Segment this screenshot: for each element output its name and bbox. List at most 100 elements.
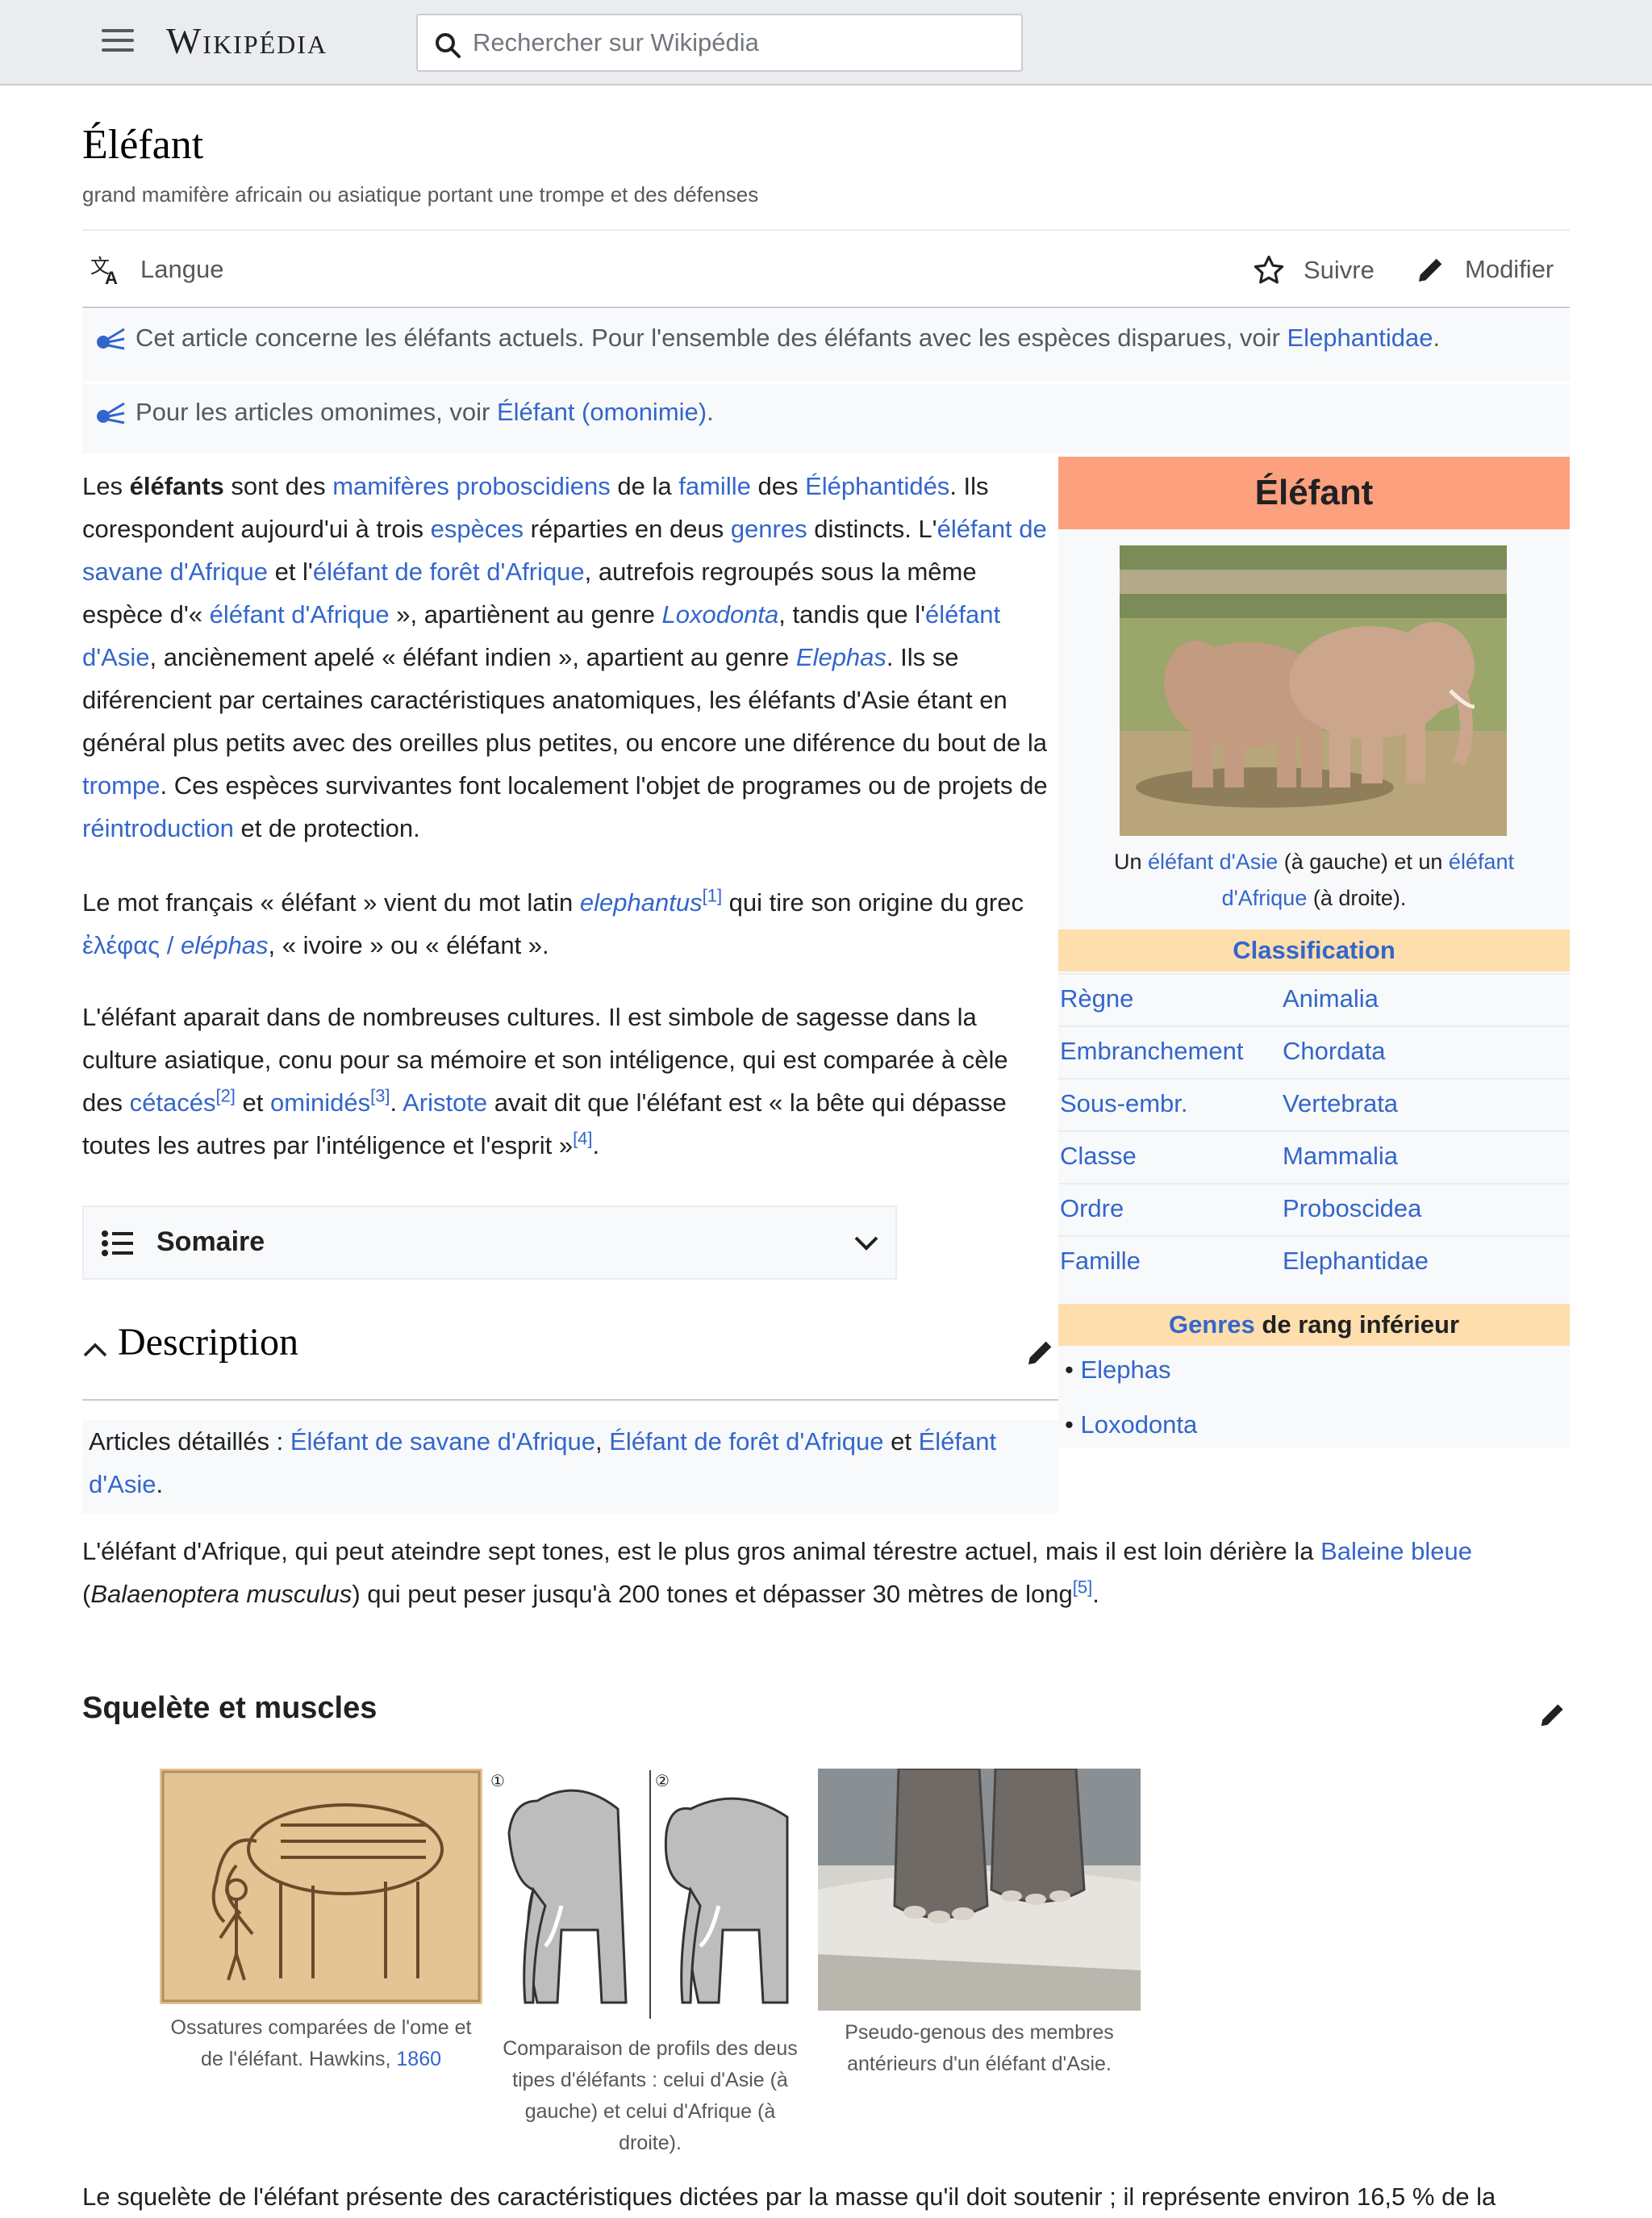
section-heading-skeleton: Squelète et muscles [82,1691,378,1725]
text-run: . Ces espèces survivantes font localemen… [160,771,1048,800]
pencil-icon [1419,258,1442,282]
elephants-photo[interactable] [1120,545,1507,836]
hatnote-link-elephantidae[interactable]: Elephantidae [1287,324,1433,352]
inline-link[interactable]: mamifères proboscidiens [332,472,611,500]
reference-link[interactable]: [4] [573,1130,592,1159]
text-run: qui tire son origine du grec [722,888,1024,917]
search-icon [436,33,461,58]
inline-link[interactable]: Éléfant de savane d'Afrique [290,1427,595,1456]
text-run: Articles détaillés : [89,1427,290,1456]
inline-link[interactable]: espèces [431,515,524,543]
inline-link[interactable]: éléfant d'Asie [1148,850,1278,874]
inline-link[interactable]: éléfant de forêt d'Afrique [313,558,585,586]
text-run: Le mot français « éléfant » vient du mot… [82,888,580,917]
hatnote-link-homonymie[interactable]: Éléfant (omonimie) [497,398,707,426]
inline-link[interactable]: Éléfant de forêt d'Afrique [609,1427,883,1456]
taxobox-rank-link[interactable]: Sous-embr. [1060,1089,1188,1118]
search-input[interactable] [473,15,1005,70]
elephant-feet-photo[interactable] [818,1769,1141,2011]
pencil-icon[interactable] [1024,1336,1057,1368]
inline-link[interactable]: Loxodonta [661,600,778,629]
inline-link[interactable]: genres [731,515,807,543]
inline-link[interactable]: Éléphantidés [805,472,949,500]
genre-link[interactable]: Loxodonta [1080,1410,1197,1439]
classification-link[interactable]: Classification [1233,936,1395,964]
text-run: ) qui peut peser jusqu'à 200 tones et dé… [352,1580,1073,1608]
reference-link[interactable]: [3] [370,1087,390,1117]
inline-link[interactable]: ominidés [270,1088,370,1117]
taxobox-rank-link[interactable]: Ordre [1060,1194,1124,1223]
hatnote-elephantidae: Cet article concerne les éléfants actuel… [82,310,1570,381]
language-button[interactable]: 文 A Langue [90,253,223,286]
follow-button[interactable]: Suivre [1252,253,1375,287]
inline-link[interactable]: eléphas [181,931,269,959]
taxobox-taxon-link[interactable]: Chordata [1283,1037,1386,1066]
text-run: ( [82,1580,91,1608]
reference-link[interactable]: [2] [215,1087,235,1117]
text-run: , tandis que l' [778,600,925,629]
profile-mark-2: ② [655,1771,670,1790]
chevron-up-icon[interactable] [82,1341,108,1359]
reference-link[interactable]: [5] [1073,1578,1092,1608]
hamburger-menu-icon[interactable] [102,29,134,56]
text-run: et [883,1427,919,1456]
chevron-down-icon[interactable] [853,1234,879,1252]
text-run: et l' [267,558,313,586]
text-run: Les [82,472,130,500]
inline-link[interactable]: éléfant d'Afrique [210,600,390,629]
bullet-icon: • [1065,1410,1081,1439]
taxobox-taxon-link[interactable]: Elephantidae [1283,1247,1429,1276]
taxobox-taxon-link[interactable]: Animalia [1283,984,1379,1013]
inline-link[interactable]: Elephas [796,643,886,671]
inline-link[interactable]: Aristote [403,1088,487,1117]
disambiguation-arrow-icon [97,328,125,350]
reference-link[interactable]: [1] [703,887,722,917]
inline-link[interactable]: Baleine bleue [1320,1537,1472,1565]
wikipedia-logo[interactable]: Wikipédia [166,19,327,62]
inline-link[interactable]: cétacés [130,1088,216,1117]
taxobox-rank-link[interactable]: Classe [1060,1142,1137,1171]
gallery-caption-2: Comparaison de profils des deus tipes d'… [495,2033,805,2159]
section-divider [82,1399,1058,1401]
taxobox-taxon-link[interactable]: Proboscidea [1283,1194,1421,1223]
inline-link[interactable]: trompe [82,771,160,800]
inline-link[interactable]: 1860 [396,2048,441,2070]
page-title: Éléfant [82,122,204,168]
language-label: Langue [140,255,224,283]
toc-label: Somaire [156,1226,265,1257]
search-box[interactable] [416,14,1023,72]
taxobox-row: Classe Mammalia [1058,1130,1570,1183]
description-paragraph: L'éléfant d'Afrique, qui peut ateindre s… [82,1530,1570,1615]
gallery-caption-1: Ossatures comparées de l'ome et de l'élé… [160,2012,482,2075]
inline-link[interactable]: famille [678,472,751,500]
taxobox-rank-link[interactable]: Règne [1060,984,1133,1013]
genres-link[interactable]: Genres [1169,1310,1255,1339]
edit-button[interactable]: Modifier [1415,253,1554,286]
inline-link[interactable]: réintroduction [82,814,234,842]
text-run: L'éléfant d'Afrique, qui peut ateindre s… [82,1537,1321,1565]
taxobox-row: Ordre Proboscidea [1058,1183,1570,1235]
svg-text:A: A [105,268,118,286]
list-icon [102,1230,133,1256]
text-run: », apartiènent au genre [389,600,662,629]
hatnote-end: . [707,398,714,426]
inline-link[interactable]: elephantus [580,888,703,917]
pencil-icon[interactable] [1537,1699,1568,1730]
taxobox-rank-link[interactable]: Famille [1060,1247,1141,1276]
taxobox-caption: Un éléfant d'Asie (à gauche) et un éléfa… [1091,844,1537,917]
elephant-profiles-image[interactable]: ① ② [489,1769,811,2020]
genre-list-item: • Elephas [1065,1355,1171,1385]
skeleton-comparison-image[interactable] [160,1769,482,2004]
text-run: (à gauche) et un [1278,850,1449,874]
taxobox-taxon-link[interactable]: Vertebrata [1283,1089,1398,1118]
disambiguation-arrow-icon [97,402,125,424]
taxobox-taxon-link[interactable]: Mammalia [1283,1142,1398,1171]
genre-link[interactable]: Elephas [1080,1355,1170,1384]
table-of-contents[interactable]: Somaire [82,1205,897,1280]
genre-list-item: • Loxodonta [1065,1410,1197,1439]
star-icon [1254,255,1284,284]
taxobox: Éléfant Un éléfant d'Asie (à gauche) et … [1058,457,1570,1447]
skeleton-paragraph: Le squelète de l'éléfant présente des ca… [82,2182,1496,2211]
taxobox-rank-link[interactable]: Embranchement [1060,1037,1243,1066]
inline-link[interactable]: ἐλέφας / [82,931,181,959]
